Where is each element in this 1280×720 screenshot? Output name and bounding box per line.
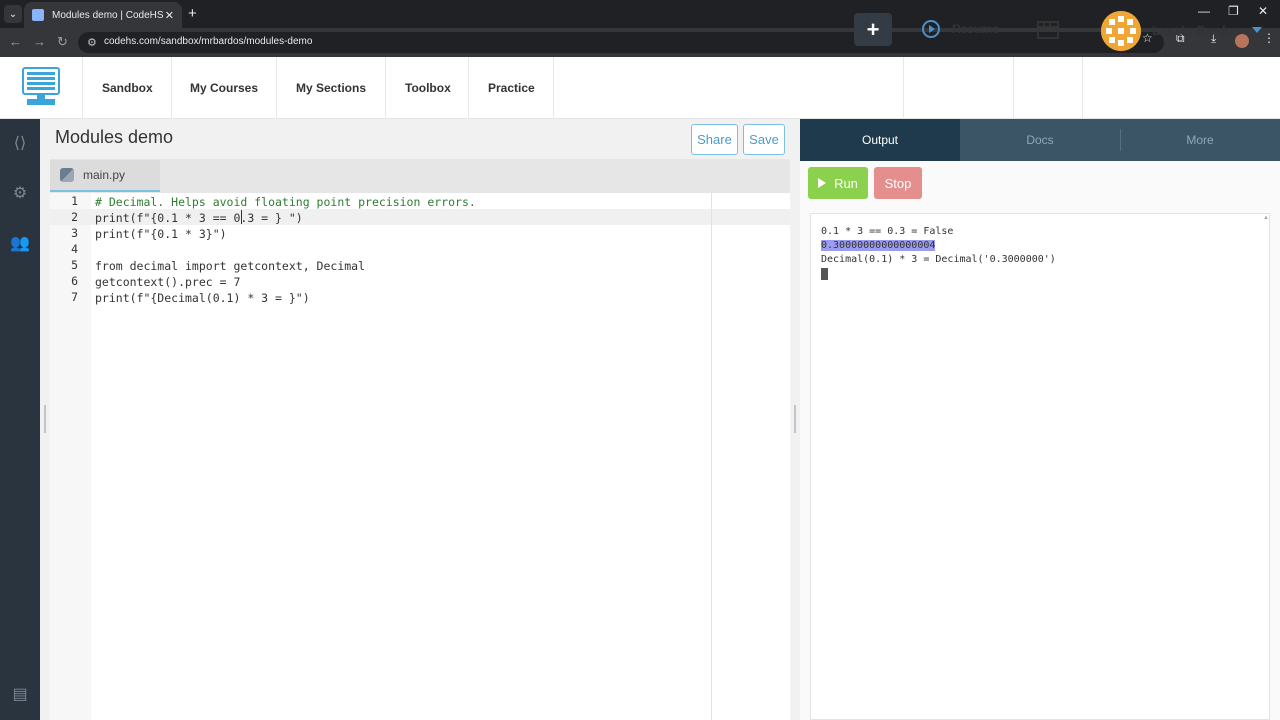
nav-sandbox[interactable]: Sandbox [102,81,153,95]
minimize-icon[interactable]: — [1198,4,1210,18]
browser-tab[interactable]: Modules demo | CodeHS ✕ [24,2,182,28]
app-header: Sandbox My Courses My Sections Toolbox P… [0,57,1280,119]
address-bar[interactable]: ⚙ codehs.com/sandbox/mrbardos/modules-de… [78,32,1164,53]
new-tab-icon[interactable]: + [188,5,197,23]
python-icon [60,168,74,182]
line-number: 7 [71,290,78,304]
code-line[interactable]: print(f"{0.1 * 3}") [95,226,227,242]
play-circle-icon [922,20,940,38]
line-number: 4 [71,242,78,256]
file-tab-bar [50,159,790,193]
create-button[interactable]: + [854,13,892,46]
code-line[interactable]: from decimal import getcontext, Decimal [95,258,365,274]
browser-tab-strip: ⌄ Modules demo | CodeHS ✕ + — ❐ ✕ [0,0,1280,28]
tab-docs[interactable]: Docs [960,119,1120,161]
stop-button[interactable]: Stop [874,167,922,199]
tab-output[interactable]: Output [800,119,960,161]
console-line: Decimal(0.1) * 3 = Decimal('0.3000000') [821,254,1056,265]
share-button[interactable]: Share [691,124,738,155]
file-tab-main[interactable]: main.py [50,160,160,192]
window-close-icon[interactable]: ✕ [1258,4,1268,18]
line-number: 2 [71,210,78,224]
selected-text: 0.30000000000000004 [821,240,936,251]
browser-menu-icon[interactable]: ⋮ [1263,31,1275,45]
user-avatar[interactable] [1101,11,1141,51]
reload-icon[interactable]: ↻ [57,34,68,50]
file-tab-label: main.py [83,168,126,182]
line-number: 6 [71,274,78,288]
line-gutter [50,193,91,720]
users-icon[interactable]: 👥 [10,233,30,253]
tab-search-icon[interactable]: ⌄ [4,5,22,23]
tab-title: Modules demo | CodeHS [52,9,164,21]
code-line[interactable]: print(f"{0.1 * 3 == 0.3 = } ") [95,210,303,226]
layout-toggle-icon[interactable]: ▤ [10,684,30,704]
sidebar-resize-handle[interactable] [44,405,46,433]
nav-toolbox[interactable]: Toolbox [405,81,451,95]
code-line[interactable]: # Decimal. Helps avoid floating point pr… [95,194,476,210]
user-name[interactable]: Laszlo Bardos [1152,23,1241,38]
close-tab-icon[interactable]: ✕ [165,9,174,22]
play-icon [818,178,827,188]
text-cursor [241,210,242,224]
code-file-icon[interactable]: ⟨⟩ [10,133,30,153]
print-margin [711,193,712,720]
panel-resize-handle[interactable] [794,405,796,433]
save-button[interactable]: Save [743,124,785,155]
settings-gear-icon[interactable]: ⚙ [10,183,30,203]
address-bar-row: ← → ↻ ⚙ codehs.com/sandbox/mrbardos/modu… [0,28,1280,57]
console-line: 0.1 * 3 == 0.3 = False [821,226,954,237]
restore-icon[interactable]: ❐ [1228,4,1239,18]
resume-label: Resume [952,22,999,36]
line-number: 3 [71,226,78,240]
site-info-icon[interactable]: ⚙ [87,36,97,49]
line-number: 5 [71,258,78,272]
user-menu-caret-icon[interactable] [1252,27,1262,33]
scroll-up-icon[interactable]: ▲ [1263,215,1269,221]
favicon-icon [32,9,44,21]
left-sidebar: ⟨⟩ ⚙ 👥 ▤ [0,119,40,720]
back-icon[interactable]: ← [9,34,22,49]
run-button[interactable]: Run [808,167,868,199]
gradebook-icon[interactable] [1037,21,1059,39]
console-output[interactable] [810,213,1270,720]
url-text: codehs.com/sandbox/mrbardos/modules-demo [104,36,313,47]
code-line[interactable]: getcontext().prec = 7 [95,274,240,290]
code-line[interactable]: print(f"{Decimal(0.1) * 3 = }") [95,290,310,306]
console-cursor [821,268,828,280]
tab-more[interactable]: More [1120,119,1280,161]
nav-practice[interactable]: Practice [488,81,535,95]
line-number: 1 [71,194,78,208]
project-title: Modules demo [55,127,174,147]
forward-icon[interactable]: → [33,34,46,49]
nav-my-courses[interactable]: My Courses [190,81,258,95]
nav-my-sections[interactable]: My Sections [296,81,366,95]
codehs-logo-icon[interactable] [22,67,60,107]
console-line-selected: 0.30000000000000004 [821,240,936,251]
resume-button[interactable]: Resume [922,20,999,38]
run-label: Run [834,175,858,191]
